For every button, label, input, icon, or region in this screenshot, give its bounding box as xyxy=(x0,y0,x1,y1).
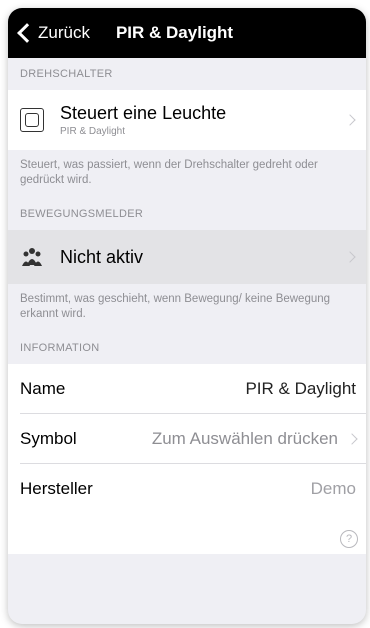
info-value-hersteller: Demo xyxy=(310,479,356,498)
back-label: Zurück xyxy=(38,23,90,42)
info-row-name[interactable]: Name PIR & Daylight xyxy=(8,364,366,414)
section-header-information: INFORMATION xyxy=(20,342,100,354)
people-icon xyxy=(22,248,42,266)
chevron-right-icon xyxy=(344,114,356,126)
motion-sensor-cell[interactable]: Nicht aktiv xyxy=(8,230,366,284)
section-footer-bewegungsmelder: Bestimmt, was geschieht, wenn Bewegung/ … xyxy=(20,293,331,320)
section-header-drehschalter: DREHSCHALTER xyxy=(20,68,113,80)
rotary-switch-cell[interactable]: Steuert eine Leuchte PIR & Daylight xyxy=(8,90,366,150)
motion-sensor-text: Nicht aktiv xyxy=(60,247,143,268)
rotary-switch-subtitle: PIR & Daylight xyxy=(60,126,126,137)
info-label-hersteller: Hersteller xyxy=(20,479,93,498)
rotary-switch-text: Steuert eine Leuchte PIR & Daylight xyxy=(60,103,226,137)
section-footer-drehschalter: Steuert, was passiert, wenn der Drehscha… xyxy=(20,159,318,186)
rotary-switch-icon xyxy=(20,108,44,132)
navigation-bar: Zurück PIR & Daylight xyxy=(8,8,366,58)
info-label-name: Name xyxy=(20,379,66,398)
info-row-hersteller: Hersteller Demo xyxy=(8,464,366,514)
rotary-switch-title: Steuert eine Leuchte xyxy=(60,103,227,123)
info-value-name: PIR & Daylight xyxy=(245,379,356,398)
chevron-right-icon xyxy=(344,251,356,263)
chevron-left-icon xyxy=(17,23,37,43)
help-icon[interactable]: ? xyxy=(340,530,358,548)
bottom-area: ? xyxy=(8,514,366,554)
info-label-symbol: Symbol xyxy=(20,429,77,448)
back-button[interactable]: Zurück xyxy=(8,8,90,58)
motion-sensor-title: Nicht aktiv xyxy=(60,246,144,267)
app-screen: Zurück PIR & Daylight DREHSCHALTER Steue… xyxy=(8,8,366,624)
info-value-symbol: Zum Auswählen drücken xyxy=(151,429,338,448)
section-header-bewegungsmelder: BEWEGUNGSMELDER xyxy=(20,208,144,220)
info-row-symbol[interactable]: Symbol Zum Auswählen drücken xyxy=(8,414,366,464)
page-title: PIR & Daylight xyxy=(115,23,234,42)
